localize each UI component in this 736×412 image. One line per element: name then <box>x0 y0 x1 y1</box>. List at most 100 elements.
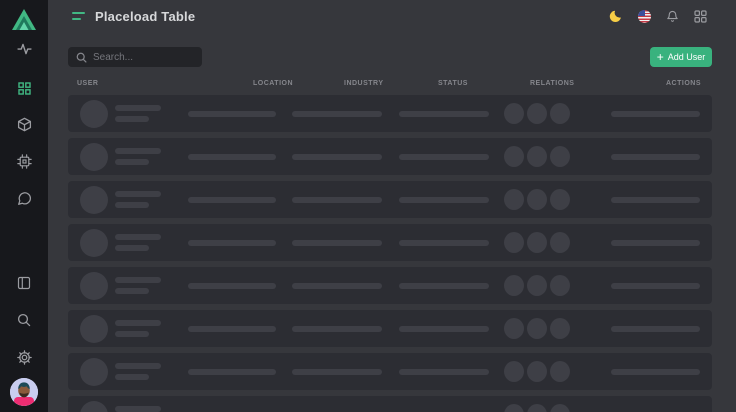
avatar-placeholder <box>80 315 108 343</box>
chat-bubble-icon[interactable] <box>11 185 37 211</box>
search-icon <box>76 52 87 63</box>
text-line-placeholder <box>115 148 161 154</box>
industry-cell <box>292 369 399 375</box>
search-box <box>68 47 202 67</box>
relation-circle-placeholder <box>504 404 524 412</box>
search-icon[interactable] <box>11 307 37 333</box>
user-text-placeholder <box>115 191 161 208</box>
status-placeholder <box>399 240 489 246</box>
table-body <box>68 95 712 412</box>
actions-cell <box>609 154 700 160</box>
table-row-skeleton <box>68 396 712 412</box>
industry-cell <box>292 197 399 203</box>
user-text-placeholder <box>115 406 161 412</box>
location-placeholder <box>188 283 276 289</box>
location-cell <box>188 111 292 117</box>
bell-icon[interactable] <box>665 9 679 23</box>
actions-placeholder <box>611 240 700 246</box>
user-text-placeholder <box>115 363 161 380</box>
table-row-skeleton <box>68 353 712 390</box>
main-area: Placeload Table <box>48 0 736 412</box>
status-cell <box>399 111 504 117</box>
status-placeholder <box>399 283 489 289</box>
industry-cell <box>292 326 399 332</box>
actions-placeholder <box>611 326 700 332</box>
text-line-placeholder <box>115 406 161 412</box>
activity-icon[interactable] <box>11 35 37 61</box>
relation-circle-placeholder <box>504 361 524 382</box>
location-placeholder <box>188 197 276 203</box>
relation-circle-placeholder <box>504 146 524 167</box>
relation-circle-placeholder <box>504 103 524 124</box>
industry-placeholder <box>292 369 382 375</box>
avatar-placeholder <box>80 229 108 257</box>
industry-cell <box>292 283 399 289</box>
table-row-skeleton <box>68 95 712 132</box>
location-placeholder <box>188 326 276 332</box>
actions-placeholder <box>611 197 700 203</box>
text-line-placeholder <box>115 363 161 369</box>
relations-cell <box>504 404 609 412</box>
avatar-placeholder <box>80 272 108 300</box>
relation-circle-placeholder <box>527 189 547 210</box>
relation-circle-placeholder <box>527 361 547 382</box>
menu-toggle-icon[interactable] <box>72 11 85 21</box>
user-cell <box>80 100 188 128</box>
text-line-placeholder <box>115 374 149 380</box>
status-placeholder <box>399 326 489 332</box>
status-placeholder <box>399 197 489 203</box>
relation-circle-placeholder <box>550 275 570 296</box>
status-placeholder <box>399 369 489 375</box>
relations-cell <box>504 318 609 339</box>
relation-circle-placeholder <box>550 232 570 253</box>
relation-circle-placeholder <box>527 232 547 253</box>
actions-placeholder <box>611 369 700 375</box>
user-text-placeholder <box>115 277 161 294</box>
settings-gear-icon[interactable] <box>11 344 37 370</box>
text-line-placeholder <box>115 202 149 208</box>
industry-cell <box>292 154 399 160</box>
actions-cell <box>609 283 700 289</box>
user-cell <box>80 272 188 300</box>
cube-icon[interactable] <box>11 111 37 137</box>
user-text-placeholder <box>115 148 161 165</box>
relation-circle-placeholder <box>504 275 524 296</box>
search-input[interactable] <box>93 52 194 63</box>
relation-circle-placeholder <box>550 318 570 339</box>
relation-circle-placeholder <box>504 189 524 210</box>
add-user-button[interactable]: + Add User <box>650 47 712 67</box>
status-cell <box>399 240 504 246</box>
moon-icon[interactable] <box>609 9 623 23</box>
us-flag-icon[interactable] <box>637 9 651 23</box>
user-cell <box>80 358 188 386</box>
text-line-placeholder <box>115 234 161 240</box>
actions-placeholder <box>611 283 700 289</box>
text-line-placeholder <box>115 191 161 197</box>
text-line-placeholder <box>115 159 149 165</box>
avatar-placeholder <box>80 358 108 386</box>
text-line-placeholder <box>115 320 161 326</box>
avatar-placeholder <box>80 100 108 128</box>
status-cell <box>399 197 504 203</box>
user-text-placeholder <box>115 320 161 337</box>
location-cell <box>188 283 292 289</box>
user-text-placeholder <box>115 234 161 251</box>
apps-grid-icon[interactable] <box>693 9 707 23</box>
text-line-placeholder <box>115 277 161 283</box>
relation-circle-placeholder <box>527 146 547 167</box>
user-cell <box>80 229 188 257</box>
actions-cell <box>609 197 700 203</box>
view-grid-icon[interactable] <box>11 75 37 101</box>
table-row-skeleton <box>68 267 712 304</box>
panels-icon[interactable] <box>11 270 37 296</box>
user-avatar[interactable] <box>10 378 38 406</box>
industry-placeholder <box>292 154 382 160</box>
relations-cell <box>504 146 609 167</box>
text-line-placeholder <box>115 288 149 294</box>
app-logo[interactable] <box>11 6 37 32</box>
relation-circle-placeholder <box>527 404 547 412</box>
table-row-skeleton <box>68 224 712 261</box>
relation-circle-placeholder <box>504 232 524 253</box>
chip-icon[interactable] <box>11 148 37 174</box>
toolbar: + Add User <box>48 47 736 67</box>
